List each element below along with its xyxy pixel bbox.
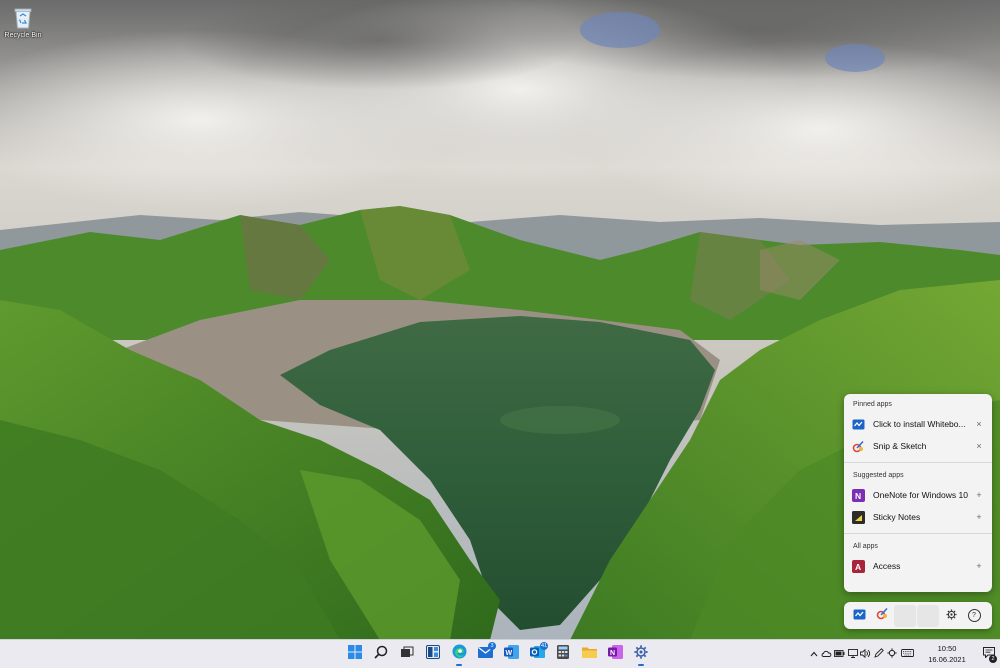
- strip-slot-snip-sketch[interactable]: [871, 605, 893, 627]
- strip-settings-button[interactable]: [940, 605, 962, 627]
- gear-icon: [634, 644, 648, 664]
- taskbar-app-word[interactable]: W: [498, 640, 524, 668]
- taskbar-app-file-explorer[interactable]: [576, 640, 602, 668]
- tray-pen-button[interactable]: [872, 640, 885, 668]
- notification-count-badge: 2: [989, 655, 997, 663]
- search-icon: [374, 645, 388, 664]
- recycle-bin-shortcut[interactable]: Recycle Bin: [4, 6, 42, 39]
- keyboard-icon: [900, 649, 914, 659]
- all-apps-header: All apps: [853, 543, 878, 550]
- svg-text:W: W: [505, 649, 512, 656]
- onenote-icon: N: [852, 488, 865, 502]
- whiteboard-icon: [853, 607, 866, 625]
- sticky-notes-icon: [852, 510, 865, 524]
- tray-keyboard-button[interactable]: [898, 640, 916, 668]
- taskbar-app-onenote[interactable]: N: [602, 640, 628, 668]
- mail-unread-badge: 3: [488, 642, 496, 650]
- tray-volume-button[interactable]: [859, 640, 872, 668]
- taskbar-app-outlook[interactable]: 41: [524, 640, 550, 668]
- battery-icon: [834, 649, 845, 659]
- all-app-access[interactable]: A Access +: [844, 555, 992, 577]
- unpin-button[interactable]: ×: [974, 419, 984, 429]
- suggested-app-sticky-notes[interactable]: Sticky Notes +: [844, 506, 992, 528]
- strip-slot-empty[interactable]: [894, 604, 916, 627]
- search-button[interactable]: [368, 640, 394, 668]
- running-indicator: [456, 664, 462, 666]
- svg-text:N: N: [610, 649, 615, 656]
- taskbar-app-calculator[interactable]: [550, 640, 576, 668]
- pinned-apps-header: Pinned apps: [853, 401, 892, 408]
- pen-icon: [873, 648, 884, 660]
- taskbar-clock[interactable]: 10:50 16.06.2021: [916, 643, 978, 665]
- outlook-unread-badge: 41: [540, 642, 548, 650]
- section-divider: [844, 462, 992, 463]
- strip-slot-empty[interactable]: [917, 604, 939, 627]
- pin-button[interactable]: +: [974, 490, 984, 500]
- windows-logo-icon: [348, 644, 362, 664]
- widgets-icon: [426, 644, 440, 664]
- chevron-up-icon: [810, 649, 818, 659]
- taskbar: 3 W 41 N 10:50 16.06.2021 2: [0, 639, 1000, 668]
- taskbar-app-edge[interactable]: [446, 640, 472, 668]
- folder-icon: [581, 645, 597, 663]
- pinned-apps-strip: ?: [844, 602, 992, 629]
- pinned-app-label: Snip & Sketch: [873, 441, 927, 451]
- cloud-icon: [821, 649, 832, 659]
- tray-network-button[interactable]: [846, 640, 859, 668]
- calculator-icon: [557, 644, 569, 664]
- clock-time: 10:50: [937, 644, 957, 653]
- svg-text:A: A: [855, 562, 861, 572]
- suggested-app-onenote[interactable]: N OneNote for Windows 10 +: [844, 484, 992, 506]
- network-icon: [847, 648, 858, 660]
- onenote-icon: N: [607, 644, 623, 664]
- clock-date: 16.06.2021: [928, 655, 966, 664]
- system-tray: 10:50 16.06.2021 2: [807, 640, 1000, 668]
- suggested-app-label: Sticky Notes: [873, 512, 921, 522]
- tray-settings-button[interactable]: [885, 640, 898, 668]
- unpin-button[interactable]: ×: [974, 441, 984, 451]
- suggested-apps-header: Suggested apps: [853, 472, 904, 479]
- gear-icon: [945, 607, 957, 625]
- whiteboard-icon: [852, 418, 865, 431]
- running-indicator: [638, 664, 644, 666]
- svg-text:N: N: [855, 491, 861, 501]
- volume-icon: [860, 648, 871, 660]
- taskbar-app-settings[interactable]: [628, 640, 654, 668]
- task-view-icon: [400, 645, 414, 664]
- pinned-app-whiteboard[interactable]: Click to install Whitebo... ×: [844, 413, 992, 435]
- app-launcher-flyout: Pinned apps Click to install Whitebo... …: [844, 394, 992, 592]
- gear-icon: [886, 648, 897, 660]
- suggested-app-label: OneNote for Windows 10: [873, 490, 968, 500]
- recycle-bin-label: Recycle Bin: [4, 32, 42, 39]
- edge-icon: [452, 644, 467, 664]
- word-icon: W: [503, 644, 519, 664]
- tray-onedrive-button[interactable]: [820, 640, 833, 668]
- pinned-app-label: Click to install Whitebo...: [873, 419, 966, 429]
- all-app-label: Access: [873, 561, 901, 571]
- tray-overflow-button[interactable]: [807, 640, 820, 668]
- pin-button[interactable]: +: [974, 512, 984, 522]
- tray-battery-button[interactable]: [833, 640, 846, 668]
- help-icon: ?: [967, 609, 981, 622]
- strip-slot-whiteboard[interactable]: [848, 605, 870, 627]
- access-icon: A: [852, 559, 865, 573]
- pinned-app-snip-sketch[interactable]: Snip & Sketch ×: [844, 435, 992, 457]
- pin-button[interactable]: +: [974, 561, 984, 571]
- taskbar-apps: 3 W 41 N: [342, 640, 654, 668]
- recycle-bin-icon: [12, 6, 34, 30]
- section-divider: [844, 533, 992, 534]
- start-button[interactable]: [342, 640, 368, 668]
- task-view-button[interactable]: [394, 640, 420, 668]
- strip-help-button[interactable]: ?: [963, 605, 985, 627]
- snip-sketch-icon: [876, 607, 889, 625]
- taskbar-app-mail[interactable]: 3: [472, 640, 498, 668]
- notification-center-button[interactable]: 2: [978, 640, 1000, 668]
- widgets-button[interactable]: [420, 640, 446, 668]
- snip-sketch-icon: [852, 440, 865, 453]
